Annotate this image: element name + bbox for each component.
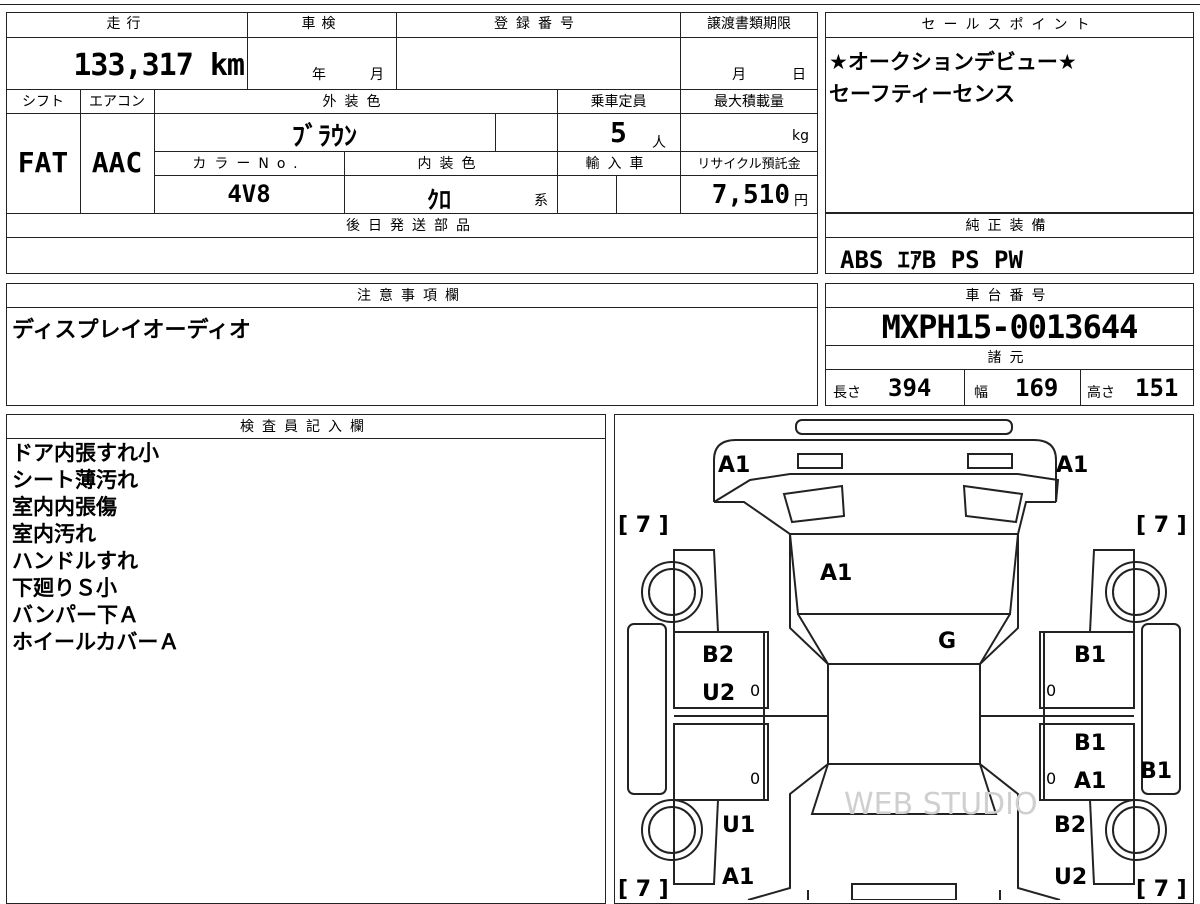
- sales-point-item: セーフティーセンス: [829, 82, 1016, 106]
- damage-mark: B1: [1074, 731, 1106, 756]
- chassis-label: 車台番号: [965, 288, 1054, 304]
- capacity-value: 5: [610, 116, 627, 149]
- import-car-label: 輸入車: [585, 156, 652, 172]
- damage-mark: B2: [702, 643, 734, 668]
- row-divider: [6, 37, 818, 38]
- exterior-color-value: ﾌﾞﾗｳﾝ: [291, 122, 357, 152]
- deadline-day-unit: 日: [792, 67, 806, 83]
- damage-mark: A1: [722, 865, 754, 890]
- chassis-value: MXPH15-0013644: [881, 308, 1139, 346]
- sales-point-list: ★オークションデビュー★ セーフティーセンス: [829, 46, 1077, 110]
- interior-color-value: ｸﾛ: [427, 186, 451, 214]
- mileage-value: 133,317 km: [73, 48, 245, 83]
- recycle-fee-label: リサイクル預託金: [697, 157, 801, 172]
- damage-mark: A1: [820, 561, 852, 586]
- inspector-note: バンパー下Ａ: [12, 603, 140, 627]
- mileage-label: 走行: [106, 16, 147, 32]
- sales-point-item: ★オークションデビュー★: [829, 50, 1077, 74]
- inspection-label: 車検: [301, 16, 342, 32]
- deadline-label: 譲渡書類期限: [707, 16, 791, 32]
- interior-color-suffix: 系: [534, 193, 548, 209]
- color-no-label: カラーNo.: [192, 156, 306, 172]
- standard-equipment-label: 純正装備: [965, 218, 1054, 234]
- standard-equipment-value: ABS ｴｱB PS PW: [840, 246, 1023, 274]
- height-value: 151: [1135, 374, 1179, 402]
- registration-label: 登録番号: [494, 16, 582, 32]
- notes-label: 注意事項欄: [357, 288, 467, 304]
- tire-depth-label: [ 7 ]: [618, 513, 669, 538]
- zero-mark: 0: [1046, 769, 1056, 788]
- sales-point-box: [825, 12, 1194, 213]
- interior-color-label: 内装色: [417, 156, 484, 172]
- inspector-note: 室内汚れ: [12, 522, 96, 546]
- capacity-unit: 人: [652, 135, 666, 151]
- damage-mark: A1: [718, 453, 750, 478]
- inspector-notes-list: ドア内張すれ小 シート薄汚れ 室内内張傷 室内汚れ ハンドルすれ 下廻りＳ小 バ…: [12, 440, 179, 656]
- max-load-unit: kg: [792, 128, 809, 144]
- later-parts-label: 後日発送部品: [346, 218, 478, 234]
- specs-label: 諸元: [987, 350, 1032, 366]
- shift-label: シフト: [22, 94, 64, 110]
- tire-depth-label: [ 7 ]: [1136, 877, 1187, 900]
- capacity-label: 乗車定員: [590, 94, 647, 110]
- zero-mark: 0: [750, 769, 760, 788]
- tire-depth-label: [ 7 ]: [1136, 513, 1187, 538]
- top-divider: [0, 4, 1200, 5]
- sales-point-label: セールスポイント: [921, 17, 1098, 33]
- recycle-fee-unit: 円: [794, 193, 808, 209]
- inspector-note: 下廻りＳ小: [12, 576, 117, 600]
- inspection-month-unit: 月: [370, 67, 384, 83]
- exterior-color-label: 外装色: [322, 94, 389, 110]
- deadline-month-unit: 月: [732, 67, 746, 83]
- color-no-value: 4V8: [227, 180, 271, 208]
- length-value: 394: [888, 374, 932, 402]
- damage-mark: G: [938, 629, 956, 654]
- aircon-label: エアコン: [89, 94, 145, 110]
- diagram-watermark: WEB STUDIO: [844, 787, 1038, 822]
- inspector-note: 室内内張傷: [12, 495, 117, 519]
- damage-mark: B1: [1074, 643, 1106, 668]
- damage-mark: A1: [1074, 769, 1106, 794]
- notes-value: ディスプレイオーディオ: [12, 318, 251, 343]
- damage-mark: B2: [1054, 813, 1086, 838]
- tire-depth-label: [ 7 ]: [618, 877, 669, 900]
- inspector-note: ホイールカバーＡ: [12, 630, 180, 654]
- damage-mark: U2: [1054, 865, 1087, 890]
- damage-mark: B1: [1140, 759, 1172, 784]
- car-diagram: WEB STUDIO A1 A1 A1 G B2 U2 B1 B1 A1 B1 U1 B2 A1 U2 0 0…: [618, 419, 1187, 900]
- inspector-note: ドア内張すれ小: [12, 441, 159, 465]
- zero-mark: 0: [1046, 681, 1056, 700]
- inspection-year-unit: 年: [312, 67, 326, 83]
- width-label: 幅: [974, 385, 988, 401]
- width-value: 169: [1015, 374, 1059, 402]
- length-label: 長さ: [833, 385, 861, 401]
- damage-mark: U1: [722, 813, 755, 838]
- height-label: 高さ: [1087, 385, 1115, 401]
- inspector-note: シート薄汚れ: [12, 468, 138, 492]
- shift-value: FAT: [17, 146, 69, 179]
- damage-mark: U2: [702, 681, 735, 706]
- inspector-label: 検査員記入欄: [240, 419, 372, 435]
- damage-mark: A1: [1056, 453, 1088, 478]
- zero-mark: 0: [750, 681, 760, 700]
- recycle-fee-value: 7,510: [711, 180, 790, 210]
- inspector-note: ハンドルすれ: [12, 549, 138, 573]
- aircon-value: AAC: [91, 146, 143, 179]
- max-load-label: 最大積載量: [714, 94, 784, 110]
